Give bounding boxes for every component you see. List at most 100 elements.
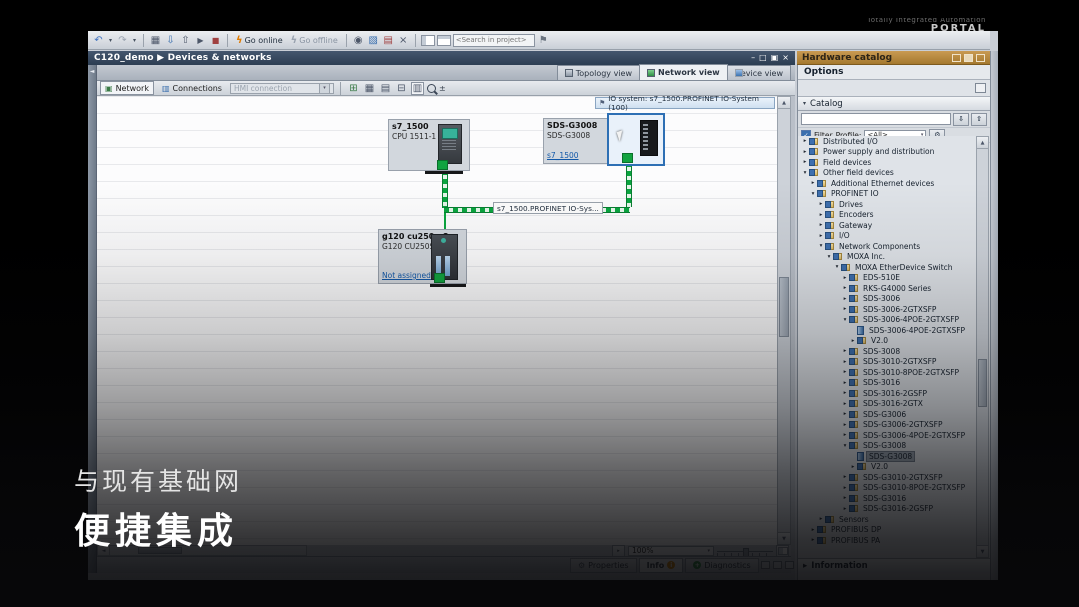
catalog-tree-item[interactable]: ▸ Power supply and distribution [798, 147, 976, 158]
tree-arrow-icon[interactable]: ▸ [817, 516, 825, 522]
tab-info[interactable]: Info i [639, 558, 684, 573]
undo-dropdown-icon[interactable]: ▾ [107, 34, 114, 47]
catalog-tree-item[interactable]: ▸ SDS-G3006 [798, 409, 976, 420]
catalog-tree-item[interactable]: SDS-3006-4POE-2GTXSFP [798, 325, 976, 336]
fit-to-window-icon[interactable]: ⊟ [395, 82, 408, 95]
catalog-tree-item[interactable]: ▸ EDS-510E [798, 273, 976, 284]
catalog-tree-item[interactable]: ▸ SDS-3006 [798, 294, 976, 305]
show-addresses-icon[interactable]: ▤ [379, 82, 392, 95]
device-g120[interactable]: g120 cu250s_2... G120 CU250S-2... Not as… [378, 229, 467, 284]
catalog-scrollbar[interactable]: ▲ ▼ [976, 136, 989, 558]
catalog-tree-item[interactable]: ▸ PROFIBUS PA [798, 535, 976, 546]
tree-arrow-icon[interactable]: ▾ [801, 170, 809, 176]
catalog-tree-item[interactable]: ▸ SDS-3010-2GTXSFP [798, 357, 976, 368]
go-online-button[interactable]: ϟ Go online [233, 35, 286, 46]
task-card-strip[interactable] [990, 51, 998, 580]
tree-arrow-icon[interactable]: ▸ [841, 306, 849, 312]
catalog-tree-item[interactable]: ▸ SDS-3016-2GSFP [798, 388, 976, 399]
catalog-tree-item[interactable]: ▾ MOXA Inc. [798, 252, 976, 263]
tree-arrow-icon[interactable]: ▸ [817, 212, 825, 218]
inspector-window-icon[interactable] [761, 561, 770, 569]
tree-arrow-icon[interactable]: ▸ [841, 285, 849, 291]
network-mode-button[interactable]: ▣ Network [100, 81, 154, 95]
catalog-tree-item[interactable]: ▸ RKS-G4000 Series [798, 283, 976, 294]
tree-arrow-icon[interactable]: ▾ [833, 264, 841, 270]
catalog-tree-item[interactable]: ▸ SDS-3006-2GTXSFP [798, 304, 976, 315]
tree-arrow-icon[interactable]: ▸ [841, 380, 849, 386]
show-page-breaks-icon[interactable]: ▦ [363, 82, 376, 95]
tree-arrow-icon[interactable]: ▸ [801, 159, 809, 165]
scroll-up-icon[interactable]: ▲ [778, 97, 790, 109]
catalog-tree-item[interactable]: ▾ SDS-3006-4POE-2GTXSFP [798, 315, 976, 326]
catalog-tree-item[interactable]: ▸ I/O [798, 231, 976, 242]
search-up-button[interactable]: ⇧ [971, 113, 987, 126]
cross-references-icon[interactable]: ▤ [382, 34, 395, 47]
tree-arrow-icon[interactable]: ▸ [841, 474, 849, 480]
tab-network-view[interactable]: Network view [639, 64, 728, 80]
connections-mode-button[interactable]: ▥ Connections [157, 81, 227, 95]
tree-arrow-icon[interactable]: ▸ [849, 338, 857, 344]
tab-properties[interactable]: ⚙ Properties [570, 558, 637, 573]
catalog-tree-item[interactable]: ▸ SDS-G3006-2GTXSFP [798, 420, 976, 431]
catalog-tree-item[interactable]: ▸ SDS-G3016 [798, 493, 976, 504]
canvas-vertical-scrollbar[interactable]: ▲ ▼ [777, 96, 791, 545]
search-project-input[interactable] [453, 34, 535, 47]
profinet-port-green[interactable] [437, 160, 448, 170]
catalog-tree-item[interactable]: ▸ SDS-G3010-8POE-2GTXSFP [798, 483, 976, 494]
tree-arrow-icon[interactable]: ▸ [841, 348, 849, 354]
start-simulation-icon[interactable]: ▧ [367, 34, 380, 47]
tree-arrow-icon[interactable]: ▸ [801, 138, 809, 144]
expand-overview-button[interactable]: ▸ [612, 545, 625, 557]
minimize-button[interactable]: – [751, 54, 755, 62]
tree-arrow-icon[interactable]: ▾ [841, 443, 849, 449]
device-s7-1500[interactable]: s7_1500 CPU 1511-1 PN [388, 119, 470, 171]
zoom-slider[interactable] [717, 547, 773, 555]
inspector-window-icon[interactable] [785, 561, 794, 569]
scrollbar-thumb[interactable] [779, 277, 789, 337]
tree-arrow-icon[interactable]: ▸ [841, 369, 849, 375]
catalog-tree-item-selected[interactable]: SDS-G3008 [798, 451, 976, 462]
assigned-controller-link[interactable]: s7_1500 [547, 151, 579, 160]
tree-arrow-icon[interactable]: ▸ [841, 401, 849, 407]
tree-arrow-icon[interactable]: ▸ [841, 275, 849, 281]
relate-devices-icon[interactable]: ⊞ [347, 82, 360, 95]
catalog-section-header[interactable]: ▾ Catalog [798, 97, 990, 111]
tree-arrow-icon[interactable]: ▸ [841, 411, 849, 417]
connection-type-select[interactable]: HMI connection ▾ [230, 83, 334, 94]
io-system-banner[interactable]: ⚑ IO system: s7_1500.PROFINET IO-System … [595, 97, 775, 109]
zoom-magnifier-icon[interactable] [427, 84, 436, 93]
tree-arrow-icon[interactable]: ▸ [801, 149, 809, 155]
tree-arrow-icon[interactable]: ▾ [809, 191, 817, 197]
zoom-level-select[interactable]: 100% ▾ [628, 546, 714, 556]
catalog-tree-item[interactable]: ▸ PROFIBUS DP [798, 525, 976, 536]
catalog-tree-item[interactable]: ▸ Distributed I/O [798, 136, 976, 147]
device-sds-g3008-selected[interactable] [607, 113, 665, 166]
tree-arrow-icon[interactable]: ▾ [825, 254, 833, 260]
catalog-tree-item[interactable]: ▾ SDS-G3008 [798, 441, 976, 452]
catalog-tree-item[interactable]: ▸ SDS-G3016-2GSFP [798, 504, 976, 515]
redo-button[interactable]: ↷ [116, 34, 129, 47]
undo-button[interactable]: ↶ [92, 34, 105, 47]
tree-arrow-icon[interactable]: ▸ [817, 233, 825, 239]
tree-arrow-icon[interactable]: ▸ [809, 537, 817, 543]
catalog-tree-item[interactable]: ▸ Drives [798, 199, 976, 210]
catalog-tree-item[interactable]: ▸ SDS-G3010-2GTXSFP [798, 472, 976, 483]
tree-arrow-icon[interactable]: ▸ [817, 201, 825, 207]
show-overview-icon[interactable]: ▥ [411, 82, 424, 95]
tree-arrow-icon[interactable]: ▸ [841, 296, 849, 302]
tree-arrow-icon[interactable]: ▸ [841, 485, 849, 491]
upload-from-device-icon[interactable]: ⇧ [179, 34, 192, 47]
tab-diagnostics[interactable]: + Diagnostics [685, 558, 758, 573]
collapse-all-button[interactable] [975, 83, 986, 93]
tree-arrow-icon[interactable]: ▸ [841, 359, 849, 365]
catalog-tree-item[interactable]: ▸ Gateway [798, 220, 976, 231]
catalog-tree-item[interactable]: ▾ PROFINET IO [798, 189, 976, 200]
tree-arrow-icon[interactable]: ▸ [809, 180, 817, 186]
stop-cpu-icon[interactable]: ■ [209, 34, 222, 47]
catalog-tree-item[interactable]: ▸ SDS-G3006-4POE-2GTXSFP [798, 430, 976, 441]
scroll-up-icon[interactable]: ▲ [977, 137, 988, 149]
not-assigned-link[interactable]: Not assigned [382, 271, 431, 280]
tab-device-view[interactable]: Device view [727, 65, 791, 80]
catalog-tree-item[interactable]: ▸ V2.0 [798, 462, 976, 473]
scrollbar-thumb[interactable] [978, 359, 987, 407]
